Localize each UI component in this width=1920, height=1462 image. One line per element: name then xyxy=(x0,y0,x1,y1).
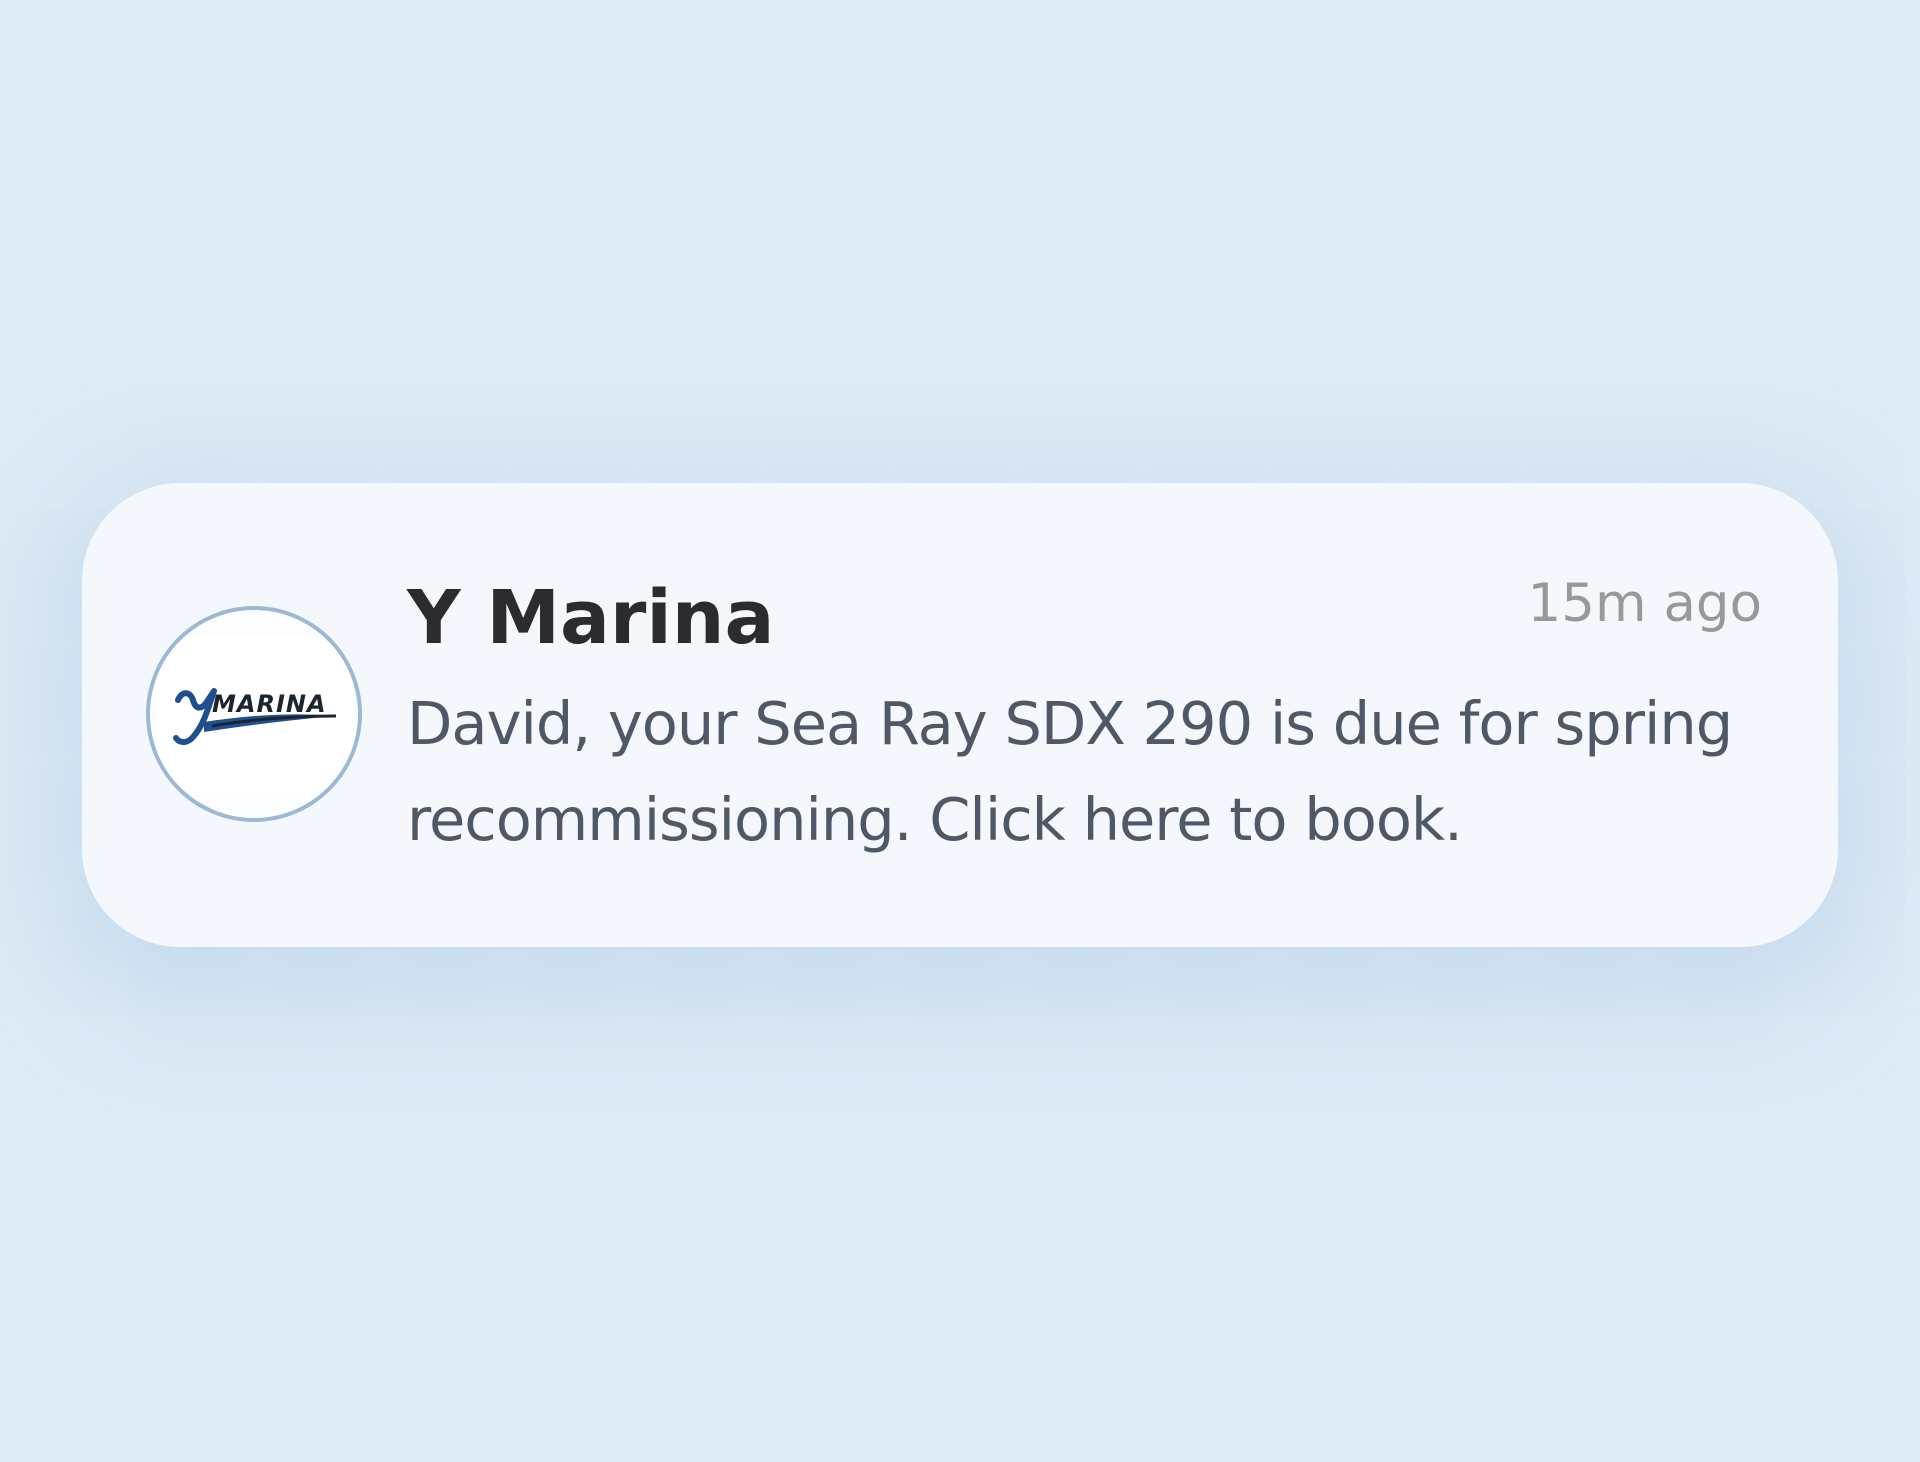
notification-message: David, your Sea Ray SDX 290 is due for s… xyxy=(407,689,1733,854)
notification-card[interactable]: MARINA Y Marina 15m ago David, your Sea … xyxy=(82,483,1838,947)
notification-timestamp: 15m ago xyxy=(1527,573,1762,634)
app-name: Y Marina xyxy=(407,575,775,661)
svg-text:MARINA: MARINA xyxy=(212,690,327,718)
app-avatar: MARINA xyxy=(146,606,362,822)
y-marina-logo-icon: MARINA xyxy=(173,688,337,745)
